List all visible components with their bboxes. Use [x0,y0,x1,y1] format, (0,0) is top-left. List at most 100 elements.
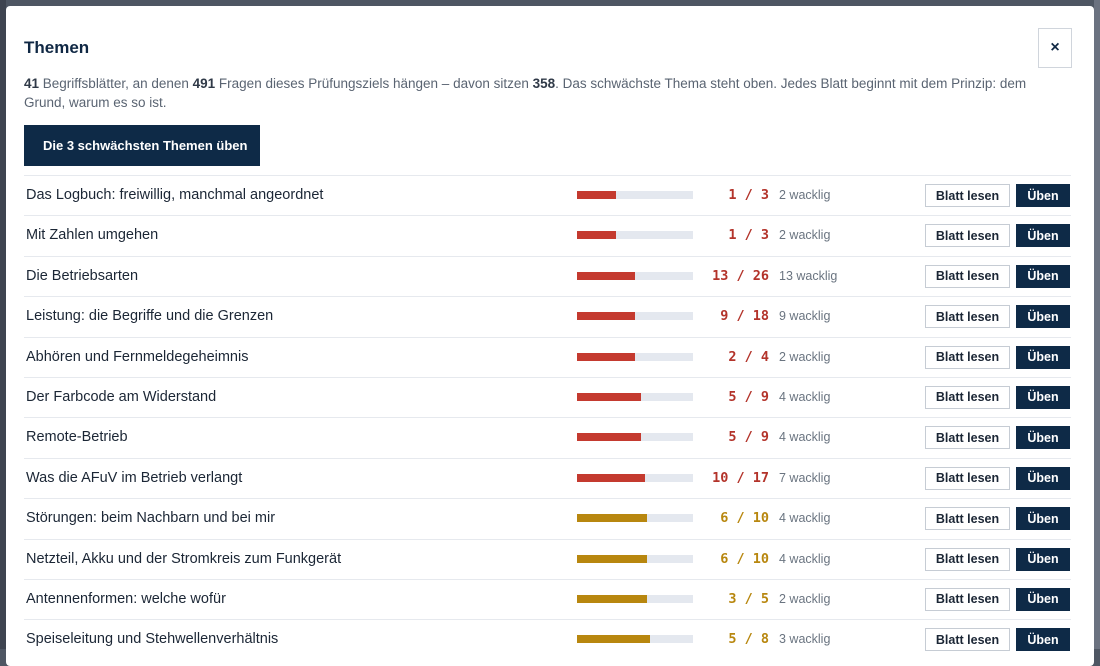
read-sheet-button[interactable]: Blatt lesen [925,305,1010,329]
practice-topic-button[interactable]: Üben [1016,305,1070,329]
wobbly-count: 3 wacklig [779,632,831,647]
topic-name: Abhören und Fernmeldegeheimnis [26,348,249,365]
wobbly-count: 7 wacklig [779,470,831,485]
topic-score: 2 / 4 [728,348,769,365]
read-sheet-button[interactable]: Blatt lesen [925,345,1010,369]
topic-name: Der Farbcode am Widerstand [26,388,217,405]
topic-list: Das Logbuch: freiwillig, manchmal angeor… [24,175,1071,660]
progress-bar [577,433,693,442]
progress-fill [577,554,647,563]
topic-row: Der Farbcode am Widerstand 5 / 9 4 wacklig… [24,376,1071,417]
topic-row: Speiseleitung und Stehwellenverhältnis 5 … [24,619,1071,659]
topic-score: 5 / 9 [728,388,769,405]
topic-row: Die Betriebsarten 13 / 26 13 wacklig Blatt … [24,255,1071,296]
topic-score: 9 / 18 [720,308,769,325]
read-sheet-button[interactable]: Blatt lesen [925,628,1010,652]
topic-row: Netzteil, Akku und der Stromkreis zum Fu… [24,538,1071,579]
progress-fill [577,635,650,644]
wobbly-count: 4 wacklig [779,551,831,566]
practice-topic-button[interactable]: Üben [1016,345,1070,369]
wobbly-count: 9 wacklig [779,309,831,324]
progress-fill [577,352,635,361]
topic-score: 13 / 26 [712,267,769,284]
wobbly-count: 2 wacklig [779,188,831,202]
topics-dialog: Themen × 41 Begriffsblätter, an denen 49… [6,6,1094,666]
topic-score: 1 / 3 [728,187,769,203]
questions-count: 491 [192,76,216,91]
practice-topic-button[interactable]: Üben [1016,628,1070,652]
read-sheet-button[interactable]: Blatt lesen [925,547,1010,571]
read-sheet-button[interactable]: Blatt lesen [925,385,1010,409]
topic-name: Antennenformen: welche wofür [26,590,226,607]
wobbly-count: 4 wacklig [779,389,831,404]
practice-topic-button[interactable]: Üben [1016,224,1070,248]
topic-name: Leistung: die Begriffe und die Grenzen [26,308,274,325]
read-sheet-button[interactable]: Blatt lesen [925,264,1010,288]
wobbly-count: 2 wacklig [779,228,831,243]
sheets-count: 41 [24,76,40,91]
practice-topic-button[interactable]: Üben [1016,547,1070,571]
progress-fill [577,392,642,401]
progress-fill [577,473,646,482]
progress-bar [577,191,693,199]
topic-score: 6 / 10 [720,550,769,567]
progress-fill [577,191,616,199]
progress-fill [577,231,616,240]
topic-row: Abhören und Fernmeldegeheimnis 2 / 4 2 wac… [24,336,1071,377]
wobbly-count: 2 wacklig [779,591,831,606]
read-sheet-button[interactable]: Blatt lesen [925,426,1010,450]
read-sheet-button[interactable]: Blatt lesen [925,587,1010,611]
read-sheet-button[interactable]: Blatt lesen [925,224,1010,248]
topic-score: 5 / 8 [728,631,769,648]
dialog-title: Themen [24,38,90,57]
practice-topic-button[interactable]: Üben [1016,426,1070,450]
topic-score: 3 / 5 [728,590,769,607]
intro-text-part: Fragen dieses Prüfungsziels hängen – dav… [215,76,533,91]
intro-text-part: Begriffsblätter, an denen [39,76,193,91]
page-backdrop-right [1094,0,1100,649]
mastered-count: 358 [532,76,556,91]
topic-row: Das Logbuch: freiwillig, manchmal angeor… [24,175,1071,215]
topic-row: Mit Zahlen umgehen 1 / 3 2 wacklig Blatt le… [24,215,1071,255]
wobbly-count: 13 wacklig [779,268,838,283]
topic-name: Störungen: beim Nachbarn und bei mir [26,510,276,527]
topic-row: Was die AFuV im Betrieb verlangt 10 / 17 7… [24,457,1071,498]
progress-fill [577,514,647,523]
topic-name: Die Betriebsarten [26,267,139,284]
topic-name: Was die AFuV im Betrieb verlangt [26,469,243,486]
read-sheet-button[interactable]: Blatt lesen [925,184,1010,207]
progress-bar [577,635,693,644]
topic-name: Mit Zahlen umgehen [26,227,159,244]
topic-name: Speiseleitung und Stehwellenverhältnis [26,631,279,648]
topic-name: Das Logbuch: freiwillig, manchmal angeor… [26,187,324,203]
topic-row: Leistung: die Begriffe und die Grenzen 9 … [24,296,1071,336]
progress-bar [577,473,693,482]
practice-topic-button[interactable]: Üben [1016,507,1070,531]
topic-score: 1 / 3 [728,227,769,244]
close-button[interactable]: × [1038,28,1072,68]
progress-fill [577,312,635,321]
read-sheet-button[interactable]: Blatt lesen [925,466,1010,490]
practice-topic-button[interactable]: Üben [1016,184,1070,207]
progress-bar [577,352,693,361]
progress-bar [577,231,693,240]
progress-fill [577,433,642,442]
wobbly-count: 4 wacklig [779,430,831,445]
topic-score: 10 / 17 [712,469,769,486]
progress-bar [577,594,693,603]
progress-bar [577,554,693,563]
topic-score: 6 / 10 [720,510,769,527]
practice-topic-button[interactable]: Üben [1016,587,1070,611]
topic-name: Netzteil, Akku und der Stromkreis zum Fu… [26,550,342,567]
read-sheet-button[interactable]: Blatt lesen [925,507,1010,531]
practice-weakest-topics-button[interactable]: Die 3 schwächsten Themen üben [24,125,261,166]
progress-bar [577,514,693,523]
practice-topic-button[interactable]: Üben [1016,385,1070,409]
wobbly-count: 4 wacklig [779,511,831,526]
practice-topic-button[interactable]: Üben [1016,264,1070,288]
topic-score: 5 / 9 [728,429,769,446]
wobbly-count: 2 wacklig [779,349,831,364]
progress-bar [577,312,693,321]
practice-topic-button[interactable]: Üben [1016,466,1070,490]
topic-row: Störungen: beim Nachbarn und bei mir 6 / … [24,498,1071,538]
